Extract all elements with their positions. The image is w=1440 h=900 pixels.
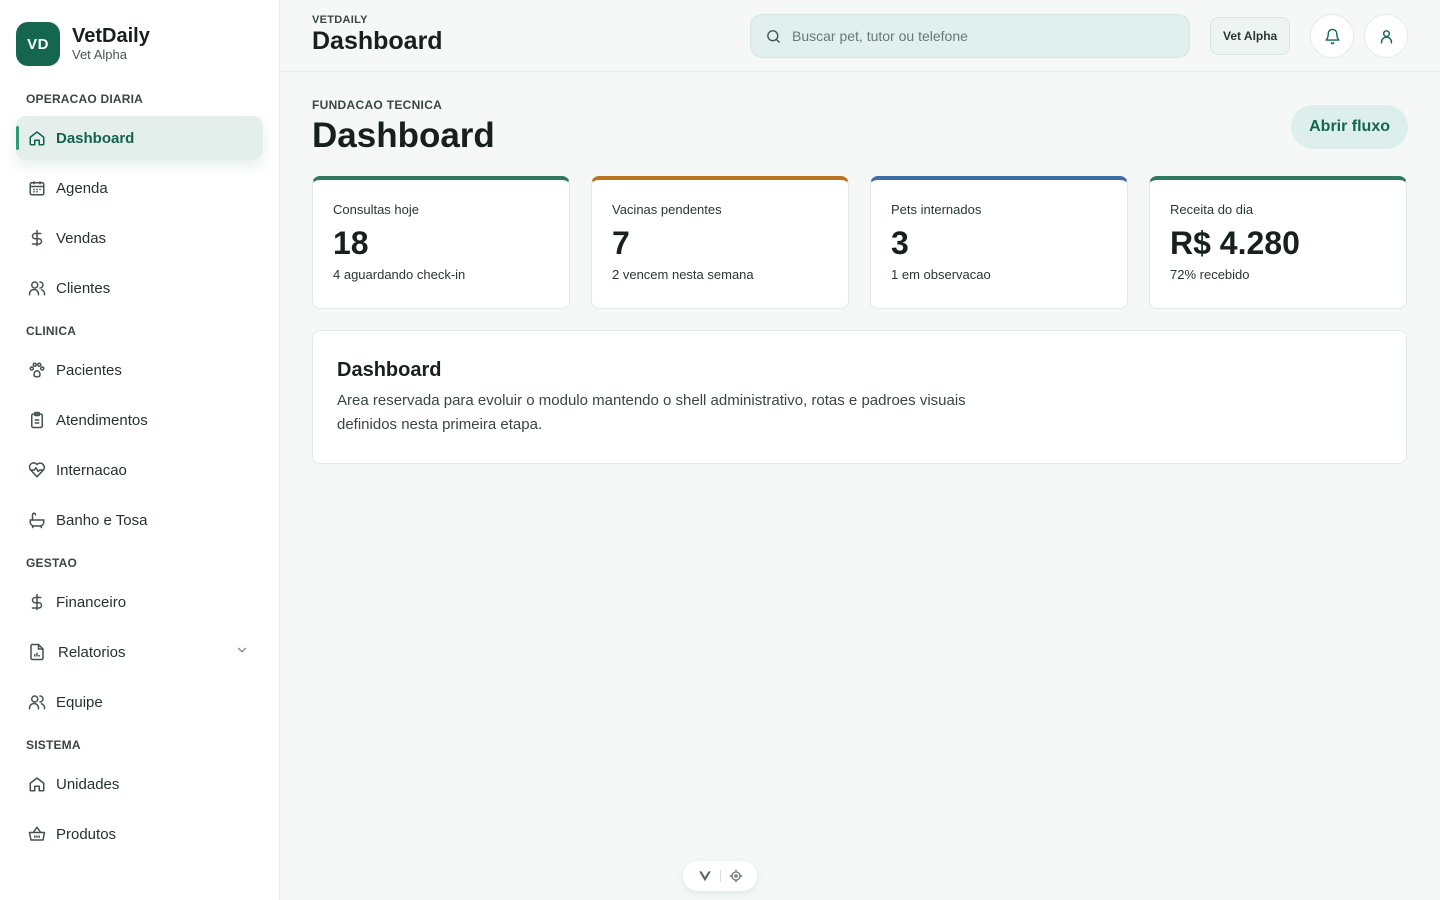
report-icon xyxy=(28,643,46,661)
bath-icon xyxy=(28,511,46,529)
clipboard-icon xyxy=(28,411,46,429)
heart-pulse-icon xyxy=(28,461,46,479)
page-eyebrow: FUNDACAO TECNICA xyxy=(312,98,443,112)
open-flow-button[interactable]: Abrir fluxo xyxy=(1291,105,1408,149)
unit-selector[interactable]: Vet Alpha xyxy=(1210,17,1291,55)
profile-button[interactable] xyxy=(1364,14,1408,58)
sidebar-item-banho-tosa[interactable]: Banho e Tosa xyxy=(16,498,263,542)
notifications-button[interactable] xyxy=(1310,14,1354,58)
stat-card-consultas: Consultas hoje 18 4 aguardando check-in xyxy=(312,176,570,309)
paw-icon xyxy=(28,361,46,379)
sidebar-item-clientes[interactable]: Clientes xyxy=(16,266,263,310)
module-panel: Dashboard Area reservada para evoluir o … xyxy=(312,330,1407,464)
sidebar-item-equipe[interactable]: Equipe xyxy=(16,680,263,724)
sidebar-item-dashboard[interactable]: Dashboard xyxy=(16,116,263,160)
chevron-down-icon[interactable] xyxy=(235,643,249,657)
nav-section-title: GESTAO xyxy=(26,556,77,570)
nav-group-operacao: OPERACAO DIARIA Dashboard Agenda Vendas … xyxy=(16,92,263,310)
stat-card-receita: Receita do dia R$ 4.280 72% recebido xyxy=(1149,176,1407,309)
dollar-icon xyxy=(28,593,46,611)
nav-section-title: OPERACAO DIARIA xyxy=(26,92,144,106)
calendar-icon xyxy=(28,179,46,197)
nav-group-sistema: SISTEMA Unidades Produtos xyxy=(16,738,263,856)
sidebar-item-vendas[interactable]: Vendas xyxy=(16,216,263,260)
bell-icon xyxy=(1324,28,1340,44)
dev-toolbar xyxy=(683,861,757,891)
brand-name: VetDaily xyxy=(72,25,150,47)
panel-text: Area reservada para evoluir o modulo man… xyxy=(337,392,966,433)
stat-label: Vacinas pendentes xyxy=(612,202,722,217)
sidebar-item-financeiro[interactable]: Financeiro xyxy=(16,580,263,624)
stat-note: 72% recebido xyxy=(1170,267,1250,282)
brand-unit: Vet Alpha xyxy=(72,47,127,62)
stat-label: Receita do dia xyxy=(1170,202,1254,217)
sidebar-item-atendimentos[interactable]: Atendimentos xyxy=(16,398,263,442)
users-icon xyxy=(28,279,46,297)
stat-note: 4 aguardando check-in xyxy=(333,267,466,282)
vue-logo-icon[interactable] xyxy=(698,869,712,883)
sidebar-item-agenda[interactable]: Agenda xyxy=(16,166,263,210)
page-title: Dashboard xyxy=(312,116,495,155)
sidebar-item-label: Financeiro xyxy=(56,593,127,611)
sidebar-item-label: Atendimentos xyxy=(56,411,148,429)
sidebar-item-internacao[interactable]: Internacao xyxy=(16,448,263,492)
home-icon xyxy=(28,775,46,793)
sidebar-item-label: Clientes xyxy=(56,279,111,297)
sidebar-item-label: Equipe xyxy=(56,693,103,711)
users-icon xyxy=(28,693,46,711)
stat-value: R$ 4.280 xyxy=(1170,225,1300,261)
main-area: VETDAILY Dashboard Vet Alpha FUNDACAO TE… xyxy=(280,0,1440,900)
stat-label: Pets internados xyxy=(891,202,982,217)
stat-label: Consultas hoje xyxy=(333,202,419,217)
page-content: FUNDACAO TECNICA Dashboard Abrir fluxo C… xyxy=(280,72,1440,464)
sidebar-item-label: Dashboard xyxy=(56,129,135,147)
brand[interactable]: VD VetDaily Vet Alpha xyxy=(16,22,263,66)
search-box[interactable] xyxy=(750,14,1190,58)
basket-icon xyxy=(28,825,46,843)
user-icon xyxy=(1380,29,1392,44)
topbar: VETDAILY Dashboard Vet Alpha xyxy=(280,0,1440,72)
stats-row: Consultas hoje 18 4 aguardando check-in … xyxy=(312,176,1408,309)
nav-section-title: CLINICA xyxy=(26,324,77,338)
sidebar-item-label: Vendas xyxy=(56,229,107,247)
brand-logo: VD xyxy=(16,22,60,66)
stat-card-internados: Pets internados 3 1 em observacao xyxy=(870,176,1128,309)
stat-value: 18 xyxy=(333,225,369,261)
sidebar-item-label: Agenda xyxy=(56,179,108,197)
nav-group-gestao: GESTAO Financeiro Relatorios Equipe xyxy=(16,556,263,724)
sidebar-item-label: Pacientes xyxy=(56,361,122,379)
sidebar-item-relatorios[interactable]: Relatorios xyxy=(16,630,263,674)
panel-title: Dashboard xyxy=(337,359,442,381)
sidebar-item-pacientes[interactable]: Pacientes xyxy=(16,348,263,392)
sidebar-item-unidades[interactable]: Unidades xyxy=(16,762,263,806)
sidebar: VD VetDaily Vet Alpha OPERACAO DIARIA Da… xyxy=(0,0,280,900)
nav-group-clinica: CLINICA Pacientes Atendimentos Internaca… xyxy=(16,324,263,542)
dollar-icon xyxy=(28,229,46,247)
stat-note: 2 vencem nesta semana xyxy=(612,267,754,282)
topbar-title: Dashboard xyxy=(312,26,443,55)
sidebar-item-label: Banho e Tosa xyxy=(56,511,148,529)
stat-value: 3 xyxy=(891,225,909,261)
stat-value: 7 xyxy=(612,225,630,261)
sidebar-item-label: Unidades xyxy=(56,775,120,793)
sidebar-item-produtos[interactable]: Produtos xyxy=(16,812,263,856)
topbar-eyebrow: VETDAILY xyxy=(312,13,368,26)
home-icon xyxy=(28,129,46,147)
sidebar-item-label: Internacao xyxy=(56,461,127,479)
sidebar-item-label: Relatorios xyxy=(58,643,126,661)
inspect-target-icon[interactable] xyxy=(729,869,743,883)
stat-note: 1 em observacao xyxy=(891,267,991,282)
nav-section-title: SISTEMA xyxy=(26,738,81,752)
stat-card-vacinas: Vacinas pendentes 7 2 vencem nesta seman… xyxy=(591,176,849,309)
toolbar-divider xyxy=(719,870,721,882)
search-input[interactable] xyxy=(792,28,1172,44)
search-icon xyxy=(767,29,780,43)
sidebar-item-label: Produtos xyxy=(56,825,117,843)
